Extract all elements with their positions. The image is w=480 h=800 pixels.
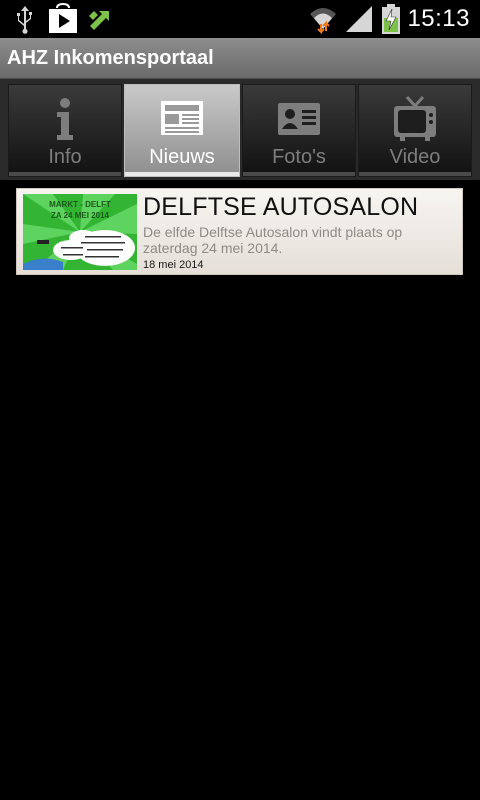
info-icon [57, 98, 73, 140]
thumbnail-caption-1: MARKT - DELFT [49, 200, 111, 209]
tab-info[interactable]: Info [8, 84, 122, 177]
tab-nieuws-label: Nieuws [149, 146, 215, 168]
sync-icon [89, 11, 109, 30]
tab-fotos-label: Foto's [272, 146, 326, 168]
tab-video-indicator [359, 172, 471, 176]
battery-charging-icon [382, 4, 400, 34]
tab-info-label: Info [48, 146, 82, 168]
wifi-icon [310, 8, 336, 34]
tab-fotos[interactable]: Foto's [242, 84, 356, 177]
tv-icon [394, 96, 436, 141]
usb-icon [17, 6, 32, 34]
newspaper-icon [161, 101, 203, 135]
photo-card-icon [278, 103, 320, 135]
status-bar: 15:13 [0, 0, 480, 38]
news-thumbnail-image: MARKT - DELFT ZA 24 MEI 2014 [23, 194, 137, 270]
thumbnail-caption-2: ZA 24 MEI 2014 [51, 211, 110, 220]
news-title: DELFTSE AUTOSALON [143, 193, 419, 221]
news-thumbnail: MARKT - DELFT ZA 24 MEI 2014 [23, 194, 137, 270]
news-item[interactable]: MARKT - DELFT ZA 24 MEI 2014 DELFTSE AUT… [16, 188, 463, 275]
tab-bar: Info Nieuws Foto's Video [0, 79, 480, 180]
clock: 15:13 [407, 5, 470, 32]
app-title: AHZ Inkomensportaal [7, 47, 214, 69]
news-description: De elfde Delftse Autosalon vindt plaats … [143, 224, 403, 256]
tab-video-label: Video [389, 146, 441, 168]
signal-icon [346, 6, 372, 32]
tab-info-indicator [9, 172, 121, 176]
tab-nieuws-indicator [125, 172, 239, 176]
tab-nieuws[interactable]: Nieuws [124, 84, 240, 177]
tab-video[interactable]: Video [358, 84, 472, 177]
tab-fotos-indicator [243, 172, 355, 176]
play-store-icon [49, 3, 77, 33]
news-date: 18 mei 2014 [143, 259, 204, 271]
title-bar: AHZ Inkomensportaal [0, 38, 480, 79]
